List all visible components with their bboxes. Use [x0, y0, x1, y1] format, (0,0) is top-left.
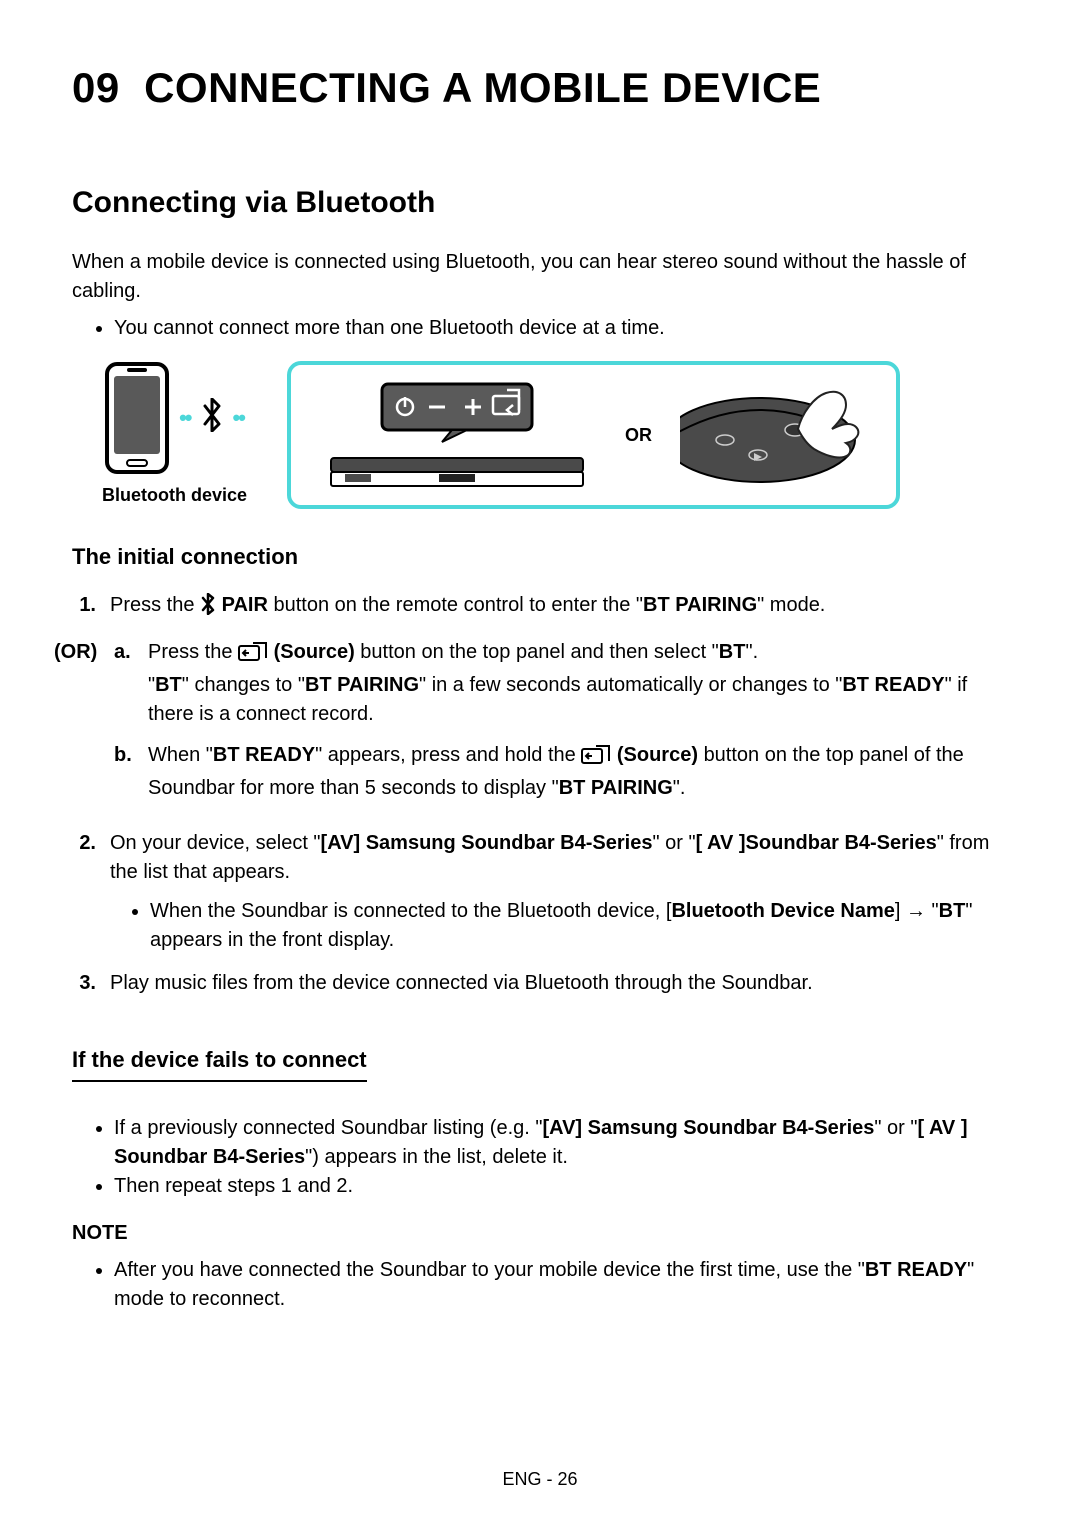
- note-heading: NOTE: [72, 1219, 1008, 1248]
- step-1-body: Press the PAIR button on the remote cont…: [110, 591, 825, 624]
- chapter-number: 09: [72, 64, 120, 111]
- sub-a-letter: a.: [114, 638, 136, 729]
- chapter-heading: 09 CONNECTING A MOBILE DEVICE: [72, 58, 1008, 119]
- bt-pairing: BT PAIRING: [305, 674, 419, 696]
- text: After you have connected the Soundbar to…: [114, 1259, 865, 1281]
- text: " in a few seconds automatically or chan…: [419, 674, 842, 696]
- text: When the Soundbar is connected to the Bl…: [150, 900, 671, 922]
- step-3-body: Play music files from the device connect…: [110, 969, 813, 998]
- step-2-number: 2.: [72, 829, 96, 955]
- bt-ready: BT READY: [865, 1259, 967, 1281]
- top-note-item: You cannot connect more than one Bluetoo…: [114, 314, 1008, 343]
- bt-pairing: BT PAIRING: [643, 594, 757, 616]
- initial-connection-heading: The initial connection: [72, 541, 1008, 573]
- source-icon: [581, 745, 611, 774]
- sub-a-body: Press the (Source) button on the top pan…: [148, 638, 1008, 729]
- fails-item-2: Then repeat steps 1 and 2.: [114, 1172, 1008, 1201]
- sub-b-letter: b.: [114, 741, 136, 803]
- or-prefix: (OR): [54, 638, 100, 815]
- pair-label: PAIR: [222, 594, 268, 616]
- text: ] → ": [895, 900, 939, 922]
- text: Press the: [110, 594, 200, 616]
- step-3: 3. Play music files from the device conn…: [72, 969, 1008, 998]
- text: ".: [745, 641, 758, 663]
- source-icon: [238, 642, 268, 671]
- intro-paragraph: When a mobile device is connected using …: [72, 248, 1008, 306]
- soundbar-illustration: [317, 380, 597, 490]
- text: " appears, press and hold the: [315, 744, 581, 766]
- section-title: Connecting via Bluetooth: [72, 181, 1008, 225]
- fails-item-1: If a previously connected Soundbar listi…: [114, 1114, 1008, 1172]
- sub-step-b: b. When "BT READY" appears, press and ho…: [114, 741, 1008, 803]
- text: ") appears in the list, delete it.: [305, 1146, 568, 1168]
- step-2: 2. On your device, select "[AV] Samsung …: [72, 829, 1008, 955]
- step-1-number: 1.: [72, 591, 96, 624]
- text: ".: [673, 777, 686, 799]
- text: " or ": [874, 1117, 917, 1139]
- device-options-frame: OR: [287, 361, 900, 509]
- bt-device-name: Bluetooth Device Name: [671, 900, 894, 922]
- bluetooth-icon: [201, 398, 223, 439]
- sub-step-a: a. Press the (Source) button on the top …: [114, 638, 1008, 729]
- text: " mode.: [757, 594, 825, 616]
- av-samsung-label: [AV] Samsung Soundbar B4-Series: [542, 1117, 874, 1139]
- step-3-number: 3.: [72, 969, 96, 998]
- bt-pairing: BT PAIRING: [559, 777, 673, 799]
- note-item-1: After you have connected the Soundbar to…: [114, 1256, 1008, 1314]
- sub-b-body: When "BT READY" appears, press and hold …: [148, 741, 1008, 803]
- text: If a previously connected Soundbar listi…: [114, 1117, 542, 1139]
- source-label: (Source): [617, 744, 698, 766]
- step-2-inner: When the Soundbar is connected to the Bl…: [150, 897, 1008, 955]
- text: When ": [148, 744, 213, 766]
- bluetooth-icon: [200, 593, 216, 624]
- chapter-title: CONNECTING A MOBILE DEVICE: [144, 64, 821, 111]
- signal-dots-right: ••: [233, 402, 244, 434]
- bluetooth-device-label: Bluetooth device: [102, 482, 247, 508]
- diagram-row: •• •• Bluetooth device: [102, 361, 1008, 509]
- av-samsung-label: [AV] Samsung Soundbar B4-Series: [321, 832, 653, 854]
- bluetooth-device-block: •• •• Bluetooth device: [102, 362, 247, 508]
- bt-label: BT: [719, 641, 746, 663]
- step-2-body: On your device, select "[AV] Samsung Sou…: [110, 829, 1008, 955]
- page-footer: ENG - 26: [0, 1466, 1080, 1492]
- or-label: OR: [625, 422, 652, 448]
- bt-label: BT: [939, 900, 966, 922]
- step-1: 1. Press the PAIR button on the remote c…: [72, 591, 1008, 624]
- fails-heading: If the device fails to connect: [72, 1044, 367, 1082]
- step-or: (OR) a. Press the (Source) button on the…: [54, 638, 1008, 815]
- bt-ready: BT READY: [213, 744, 315, 766]
- soundbar-top-illustration: [680, 385, 870, 485]
- signal-dots-left: ••: [179, 402, 190, 434]
- text: Press the: [148, 641, 238, 663]
- text: " changes to ": [182, 674, 305, 696]
- source-label: (Source): [274, 641, 355, 663]
- text: On your device, select ": [110, 832, 321, 854]
- bt-ready: BT READY: [842, 674, 944, 696]
- bt-label: BT: [155, 674, 182, 696]
- av-soundbar-label: [ AV ]Soundbar B4-Series: [696, 832, 937, 854]
- phone-icon: [105, 362, 169, 474]
- text: button on the remote control to enter th…: [273, 594, 643, 616]
- text: button on the top panel and then select …: [360, 641, 719, 663]
- text: " or ": [652, 832, 695, 854]
